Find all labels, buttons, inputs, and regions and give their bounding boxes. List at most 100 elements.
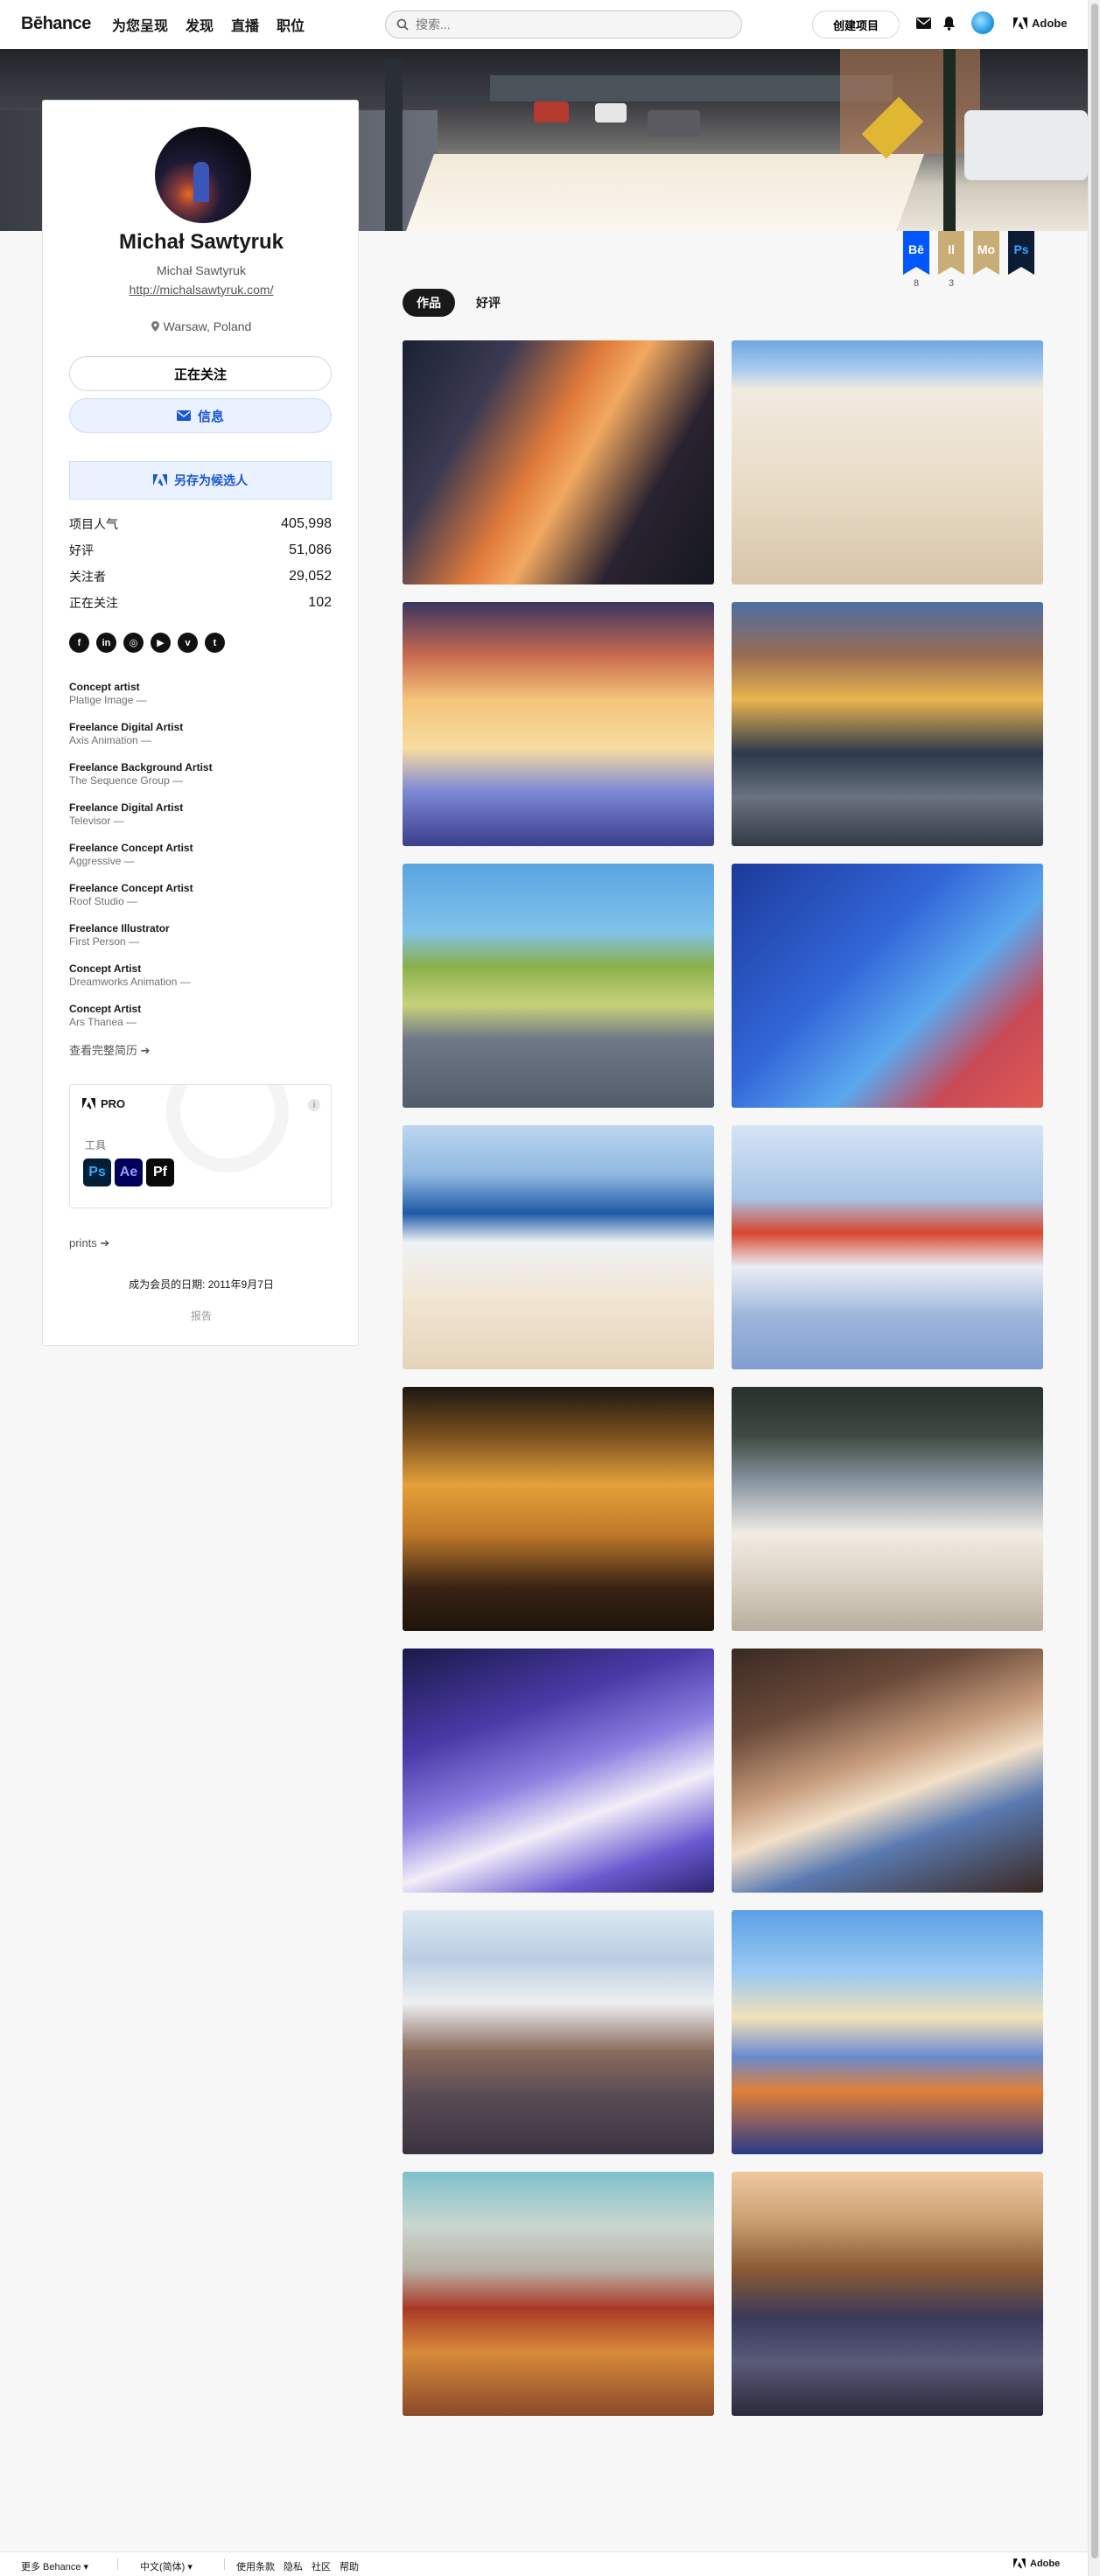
- search-icon: [396, 18, 409, 31]
- nav-links: 为您呈现 发现 直播 职位: [112, 14, 305, 35]
- profile-subname: Michał Sawtyruk: [157, 263, 246, 277]
- project-card-traveler-suburb[interactable]: [732, 1910, 1043, 2154]
- job-title: Freelance Digital Artist: [69, 721, 184, 733]
- message-button[interactable]: 信息: [69, 398, 332, 433]
- job-company: Televisor —: [69, 815, 124, 827]
- job-title: Freelance Concept Artist: [69, 842, 193, 854]
- footer-links: 使用条款 隐私 社区 帮助: [236, 2559, 359, 2573]
- profile-location: Warsaw, Poland: [43, 319, 360, 333]
- language-dropdown[interactable]: 中文(简体) ▾: [140, 2559, 193, 2573]
- nav-link-live[interactable]: 直播: [231, 14, 259, 35]
- report-link[interactable]: 报告: [43, 1308, 360, 1323]
- top-nav: Bēhance 为您呈现 发现 直播 职位 创建项目 Adobe: [0, 0, 1088, 49]
- footer-link-help[interactable]: 帮助: [340, 2559, 359, 2573]
- job-item: Concept Artist Dreamworks Animation —: [69, 962, 332, 1003]
- project-card-city-street-cars[interactable]: [732, 602, 1043, 846]
- project-card-bathroom[interactable]: [403, 1387, 714, 1631]
- job-title: Concept artist: [69, 681, 140, 693]
- tumblr-icon[interactable]: t: [205, 633, 225, 653]
- work-experience-list: Concept artist Platige Image — Freelance …: [69, 681, 332, 1043]
- portfolio-icon[interactable]: Pf: [146, 1158, 174, 1186]
- profile-avatar[interactable]: [155, 127, 251, 223]
- location-pin-icon: [151, 321, 159, 332]
- adobe-link[interactable]: Adobe: [1013, 17, 1067, 30]
- youtube-icon[interactable]: ▶: [151, 633, 171, 653]
- job-company: Ars Thanea —: [69, 1016, 137, 1028]
- linkedin-icon[interactable]: in: [96, 633, 116, 653]
- job-company: Roof Studio —: [69, 895, 138, 907]
- stat-followers[interactable]: 关注者 29,052: [69, 564, 332, 590]
- stat-value: 405,998: [281, 516, 332, 531]
- illustrator-badge[interactable]: Il 3: [938, 231, 964, 289]
- adobe-icon: [1013, 2558, 1026, 2569]
- page-scrollbar[interactable]: [1088, 0, 1100, 2576]
- project-card-winter-house[interactable]: [403, 1648, 714, 1893]
- adobe-footer-label: Adobe: [1030, 2558, 1061, 2569]
- job-company: Axis Animation —: [69, 734, 152, 746]
- stat-label: 项目人气: [69, 517, 118, 531]
- project-card-old-town-square[interactable]: [732, 2172, 1043, 2416]
- photoshop-icon[interactable]: Ps: [83, 1158, 111, 1186]
- job-title: Freelance Digital Artist: [69, 802, 184, 814]
- mail-icon[interactable]: [916, 18, 931, 29]
- achievement-badges: Bē 8 Il 3 Mo Ps: [903, 231, 1034, 289]
- save-as-candidate-button[interactable]: 另存为候选人: [69, 461, 332, 500]
- stat-following[interactable]: 正在关注 102: [69, 590, 332, 616]
- facebook-icon[interactable]: f: [69, 633, 89, 653]
- following-button[interactable]: 正在关注: [69, 356, 332, 391]
- job-company: Dreamworks Animation —: [69, 976, 191, 988]
- instagram-icon[interactable]: ◎: [123, 633, 144, 653]
- adobe-icon: [82, 1098, 95, 1110]
- view-full-resume-link[interactable]: 查看完整简历 ➔: [69, 1041, 151, 1058]
- nav-link-for-you[interactable]: 为您呈现: [112, 14, 168, 35]
- project-card-airplane-cabin[interactable]: [403, 340, 714, 584]
- profile-stats: 项目人气 405,998 好评 51,086 关注者 29,052 正在关注 102: [69, 511, 332, 616]
- project-card-girl-profile[interactable]: [732, 864, 1043, 1108]
- adobe-footer-link[interactable]: Adobe: [1013, 2558, 1060, 2569]
- location-text: Warsaw, Poland: [163, 319, 252, 333]
- stat-label: 关注者: [69, 570, 106, 584]
- prints-link[interactable]: prints ➔: [69, 1236, 109, 1250]
- job-item: Freelance Background Artist The Sequence …: [69, 761, 332, 802]
- job-item: Concept artist Platige Image —: [69, 681, 332, 721]
- profile-tabs: 作品 好评: [403, 289, 515, 317]
- vimeo-icon[interactable]: v: [178, 633, 198, 653]
- search-input[interactable]: [416, 18, 731, 32]
- project-card-beach-girl[interactable]: [403, 1125, 714, 1369]
- tab-works[interactable]: 作品: [403, 289, 455, 317]
- info-icon[interactable]: i: [308, 1099, 320, 1111]
- job-title: Concept Artist: [69, 962, 142, 975]
- after-effects-icon[interactable]: Ae: [115, 1158, 143, 1186]
- job-title: Freelance Background Artist: [69, 761, 213, 774]
- bell-icon[interactable]: [942, 16, 956, 31]
- project-card-burning-farmhouse[interactable]: [403, 2172, 714, 2416]
- job-item: Concept Artist Ars Thanea —: [69, 1003, 332, 1043]
- project-card-suburban-road[interactable]: [403, 864, 714, 1108]
- project-card-running-boy[interactable]: [403, 602, 714, 846]
- nav-link-jobs[interactable]: 职位: [277, 14, 305, 35]
- badge-count: 3: [948, 278, 955, 289]
- behance-badge[interactable]: Bē 8: [903, 231, 929, 289]
- project-card-beach-walker[interactable]: [732, 340, 1043, 584]
- more-behance-dropdown[interactable]: 更多 Behance ▾: [21, 2559, 88, 2573]
- user-avatar[interactable]: [971, 11, 994, 34]
- project-card-hill-street-city[interactable]: [403, 1910, 714, 2154]
- create-project-button[interactable]: 创建项目: [812, 10, 900, 38]
- project-card-elevated-train-street[interactable]: [732, 1387, 1043, 1631]
- tab-appreciations[interactable]: 好评: [462, 289, 515, 317]
- footer-link-privacy[interactable]: 隐私: [284, 2559, 303, 2573]
- project-card-gas-station[interactable]: [732, 1125, 1043, 1369]
- footer-link-community[interactable]: 社区: [312, 2559, 331, 2573]
- profile-website-link[interactable]: http://michalsawtyruk.com/: [43, 283, 360, 297]
- scrollbar-thumb[interactable]: [1091, 4, 1098, 2558]
- project-card-desk-books[interactable]: [732, 1648, 1043, 1893]
- job-company: First Person —: [69, 935, 140, 948]
- footer-link-terms[interactable]: 使用条款: [236, 2559, 275, 2573]
- photoshop-badge[interactable]: Ps: [1008, 231, 1034, 289]
- search-bar[interactable]: [385, 10, 742, 38]
- nav-link-discover[interactable]: 发现: [186, 14, 214, 35]
- behance-logo[interactable]: Bēhance: [21, 14, 91, 34]
- stat-label: 正在关注: [69, 596, 118, 610]
- member-since: 成为会员的日期: 2011年9月7日: [129, 1278, 274, 1291]
- motion-badge[interactable]: Mo: [973, 231, 999, 289]
